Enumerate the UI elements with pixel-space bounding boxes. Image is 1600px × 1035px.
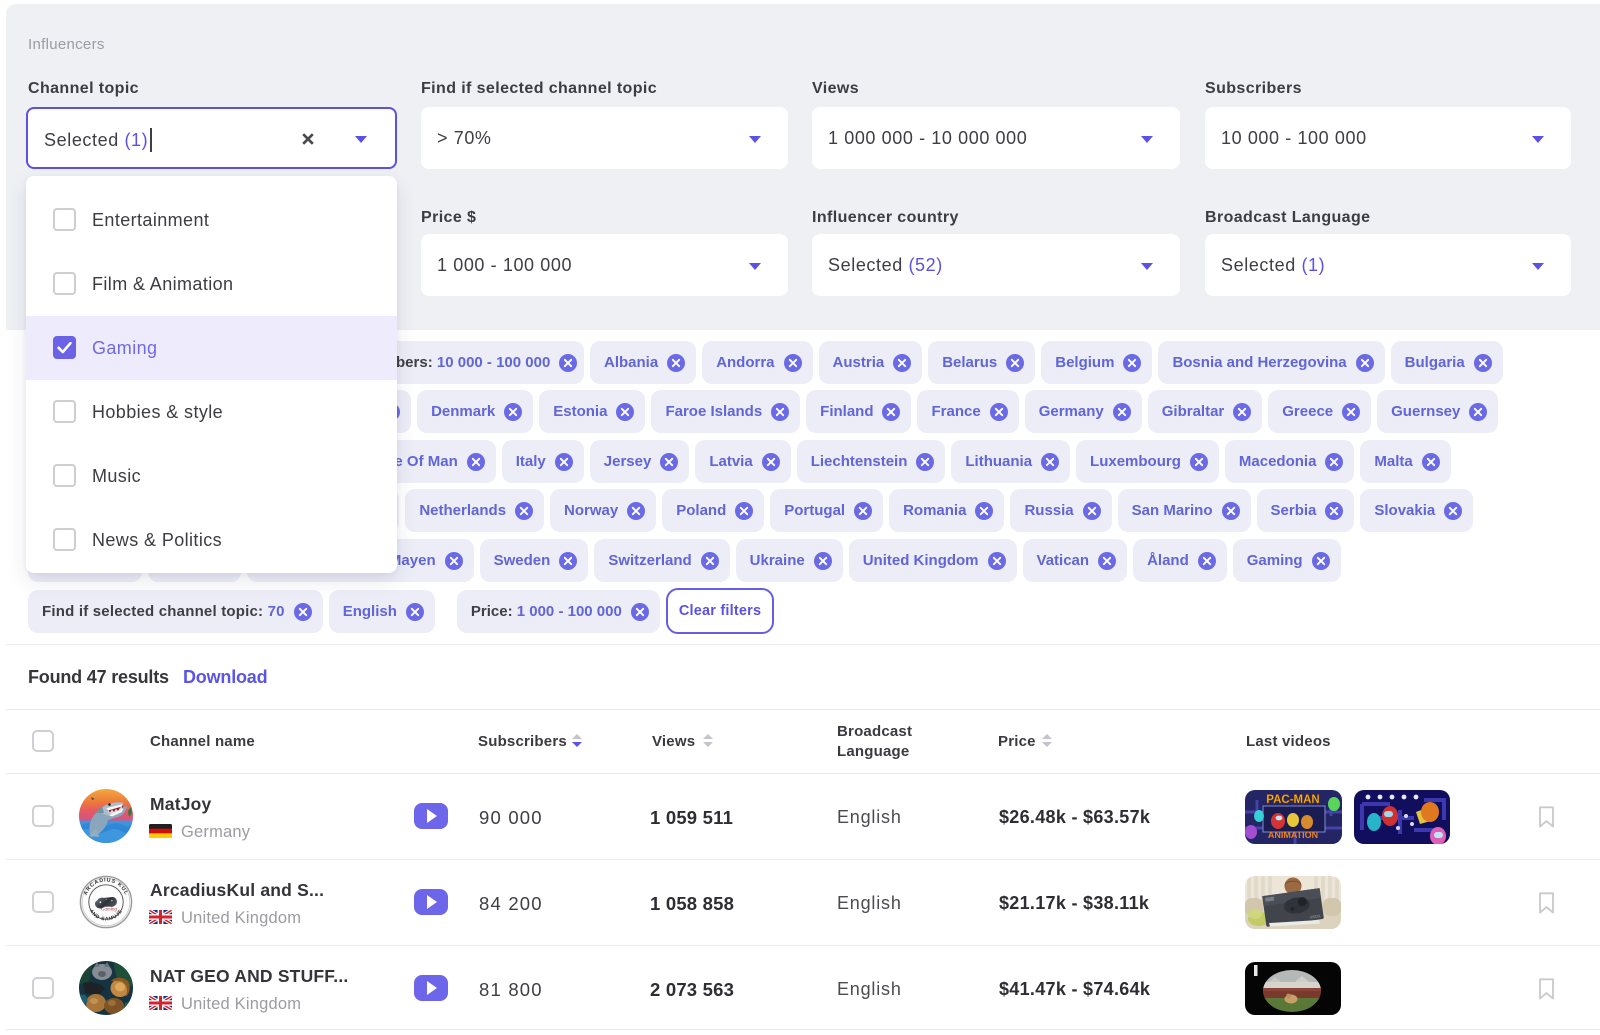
svg-text:ANIMATION: ANIMATION [1268, 830, 1318, 840]
svg-text:Gaming: Gaming [101, 908, 118, 913]
svg-text:PAC-MAN: PAC-MAN [1266, 794, 1319, 806]
